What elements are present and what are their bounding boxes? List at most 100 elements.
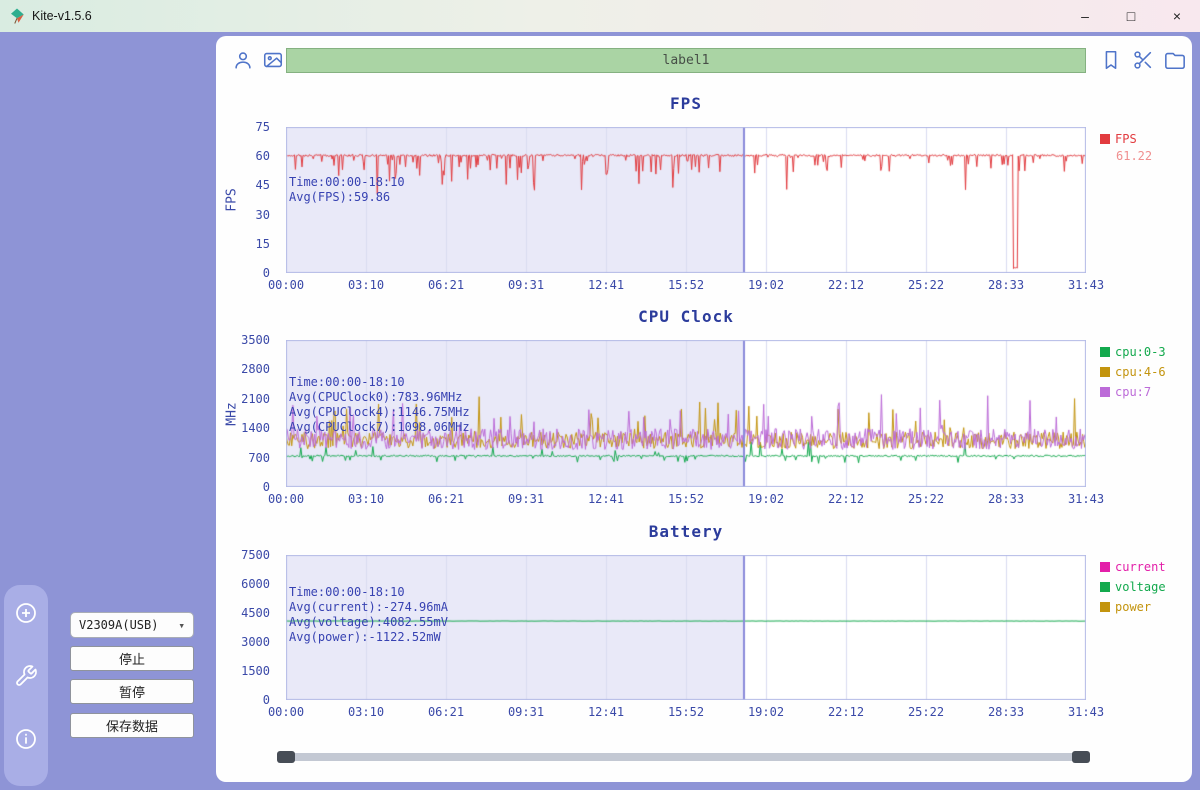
x-tick-label: 00:00 (268, 278, 304, 292)
x-tick-label: 09:31 (508, 705, 544, 719)
legend-item: cpu:4-6 (1100, 362, 1166, 382)
legend-label: current (1115, 560, 1166, 574)
device-select[interactable]: V2309A(USB) ▾ (70, 612, 194, 638)
chart-annotations: Time:00:00-18:10Avg(FPS):59.86 (289, 175, 405, 205)
slider-handle-right[interactable] (1072, 751, 1090, 763)
tools-button[interactable] (14, 664, 38, 688)
legend-item: cpu:7 (1100, 382, 1166, 402)
label-input[interactable]: label1 (286, 48, 1086, 73)
x-tick-label: 28:33 (988, 278, 1024, 292)
slider-track[interactable] (277, 753, 1090, 761)
cpu-clock-chart: CPU Clock MHz 07001400210028003500 Time:… (216, 307, 1192, 522)
legend-swatch (1100, 562, 1110, 572)
chart-annotations: Time:00:00-18:10Avg(current):-274.96mAAv… (289, 585, 448, 645)
slider-handle-left[interactable] (277, 751, 295, 763)
main-panel: label1 FPS FPS 01530456075 Time:00:00-18… (216, 36, 1192, 782)
window-controls: – □ × (1062, 0, 1200, 32)
title-bar: Kite-v1.5.6 – □ × (0, 0, 1200, 32)
x-tick-label: 12:41 (588, 278, 624, 292)
y-tick-label: 45 (256, 178, 270, 192)
y-tick-label: 4500 (241, 606, 270, 620)
y-axis-label: FPS (225, 188, 240, 211)
battery-chart: Battery 015003000450060007500 Time:00:00… (216, 522, 1192, 737)
legend-item: power (1100, 597, 1166, 617)
x-axis-ticks: 00:0003:1006:2109:3112:4115:5219:0222:12… (286, 492, 1086, 508)
info-button[interactable] (14, 727, 38, 751)
bookmark-button[interactable] (1100, 49, 1122, 71)
wrench-icon (17, 666, 36, 685)
x-tick-label: 15:52 (668, 492, 704, 506)
x-tick-label: 00:00 (268, 492, 304, 506)
legend-label: cpu:4-6 (1115, 365, 1166, 379)
legend-item: cpu:0-3 (1100, 342, 1166, 362)
stop-button[interactable]: 停止 (70, 646, 194, 671)
x-axis-ticks: 00:0003:1006:2109:3112:4115:5219:0222:12… (286, 705, 1086, 721)
annotation-line: Time:00:00-18:10 (289, 585, 448, 600)
legend-label: voltage (1115, 580, 1166, 594)
x-tick-label: 15:52 (668, 705, 704, 719)
chart-title: Battery (286, 522, 1086, 546)
bookmark-icon (1106, 52, 1115, 69)
save-data-button[interactable]: 保存数据 (70, 713, 194, 738)
legend-label: power (1115, 600, 1151, 614)
annotation-line: Avg(FPS):59.86 (289, 190, 405, 205)
x-tick-label: 19:02 (748, 278, 784, 292)
x-tick-label: 06:21 (428, 492, 464, 506)
y-tick-label: 1400 (241, 421, 270, 435)
screenshot-button[interactable] (262, 49, 284, 71)
annotation-line: Avg(current):-274.96mA (289, 600, 448, 615)
annotation-line: Avg(power):-1122.52mW (289, 630, 448, 645)
label-input-value: label1 (663, 53, 710, 68)
x-axis-ticks: 00:0003:1006:2109:3112:4115:5219:0222:12… (286, 278, 1086, 294)
legend-value: 61.22 (1116, 149, 1152, 165)
x-tick-label: 31:43 (1068, 492, 1104, 506)
x-tick-label: 03:10 (348, 492, 384, 506)
x-tick-label: 25:22 (908, 705, 944, 719)
time-range-slider (277, 750, 1090, 764)
app-icon (8, 7, 26, 25)
y-tick-label: 60 (256, 149, 270, 163)
y-tick-label: 2800 (241, 362, 270, 376)
cut-button[interactable] (1132, 49, 1154, 71)
annotation-line: Avg(voltage):4082.55mV (289, 615, 448, 630)
folder-icon (1166, 54, 1184, 69)
x-tick-label: 31:43 (1068, 705, 1104, 719)
fps-chart: FPS FPS 01530456075 Time:00:00-18:10Avg(… (216, 94, 1192, 309)
x-tick-label: 19:02 (748, 492, 784, 506)
chart-title: CPU Clock (286, 307, 1086, 331)
y-tick-label: 30 (256, 208, 270, 222)
x-tick-label: 06:21 (428, 278, 464, 292)
y-tick-label: 3500 (241, 333, 270, 347)
minimize-button[interactable]: – (1062, 0, 1108, 32)
x-tick-label: 22:12 (828, 278, 864, 292)
y-tick-label: 1500 (241, 664, 270, 678)
plot-canvas[interactable] (286, 127, 1086, 273)
legend-swatch (1100, 134, 1110, 144)
add-button[interactable] (14, 601, 38, 625)
legend-label: cpu:7 (1115, 385, 1151, 399)
chart-title: FPS (286, 94, 1086, 118)
user-button[interactable] (232, 49, 254, 71)
legend-swatch (1100, 387, 1110, 397)
x-tick-label: 22:12 (828, 705, 864, 719)
chart-annotations: Time:00:00-18:10Avg(CPUClock0):783.96MHz… (289, 375, 470, 435)
x-tick-label: 19:02 (748, 705, 784, 719)
legend-swatch (1100, 582, 1110, 592)
close-button[interactable]: × (1154, 0, 1200, 32)
y-tick-label: 3000 (241, 635, 270, 649)
x-tick-label: 25:22 (908, 278, 944, 292)
x-tick-label: 03:10 (348, 705, 384, 719)
open-folder-button[interactable] (1164, 49, 1186, 71)
legend-item: current (1100, 557, 1166, 577)
annotation-line: Avg(CPUClock7):1098.06MHz (289, 420, 470, 435)
maximize-button[interactable]: □ (1108, 0, 1154, 32)
pause-button[interactable]: 暂停 (70, 679, 194, 704)
device-select-value: V2309A(USB) (79, 618, 158, 632)
legend-item: FPS (1100, 129, 1152, 149)
window-title: Kite-v1.5.6 (32, 9, 92, 23)
x-tick-label: 12:41 (588, 492, 624, 506)
y-tick-label: 2100 (241, 392, 270, 406)
x-tick-label: 09:31 (508, 278, 544, 292)
legend-label: cpu:0-3 (1115, 345, 1166, 359)
annotation-line: Avg(CPUClock0):783.96MHz (289, 390, 470, 405)
